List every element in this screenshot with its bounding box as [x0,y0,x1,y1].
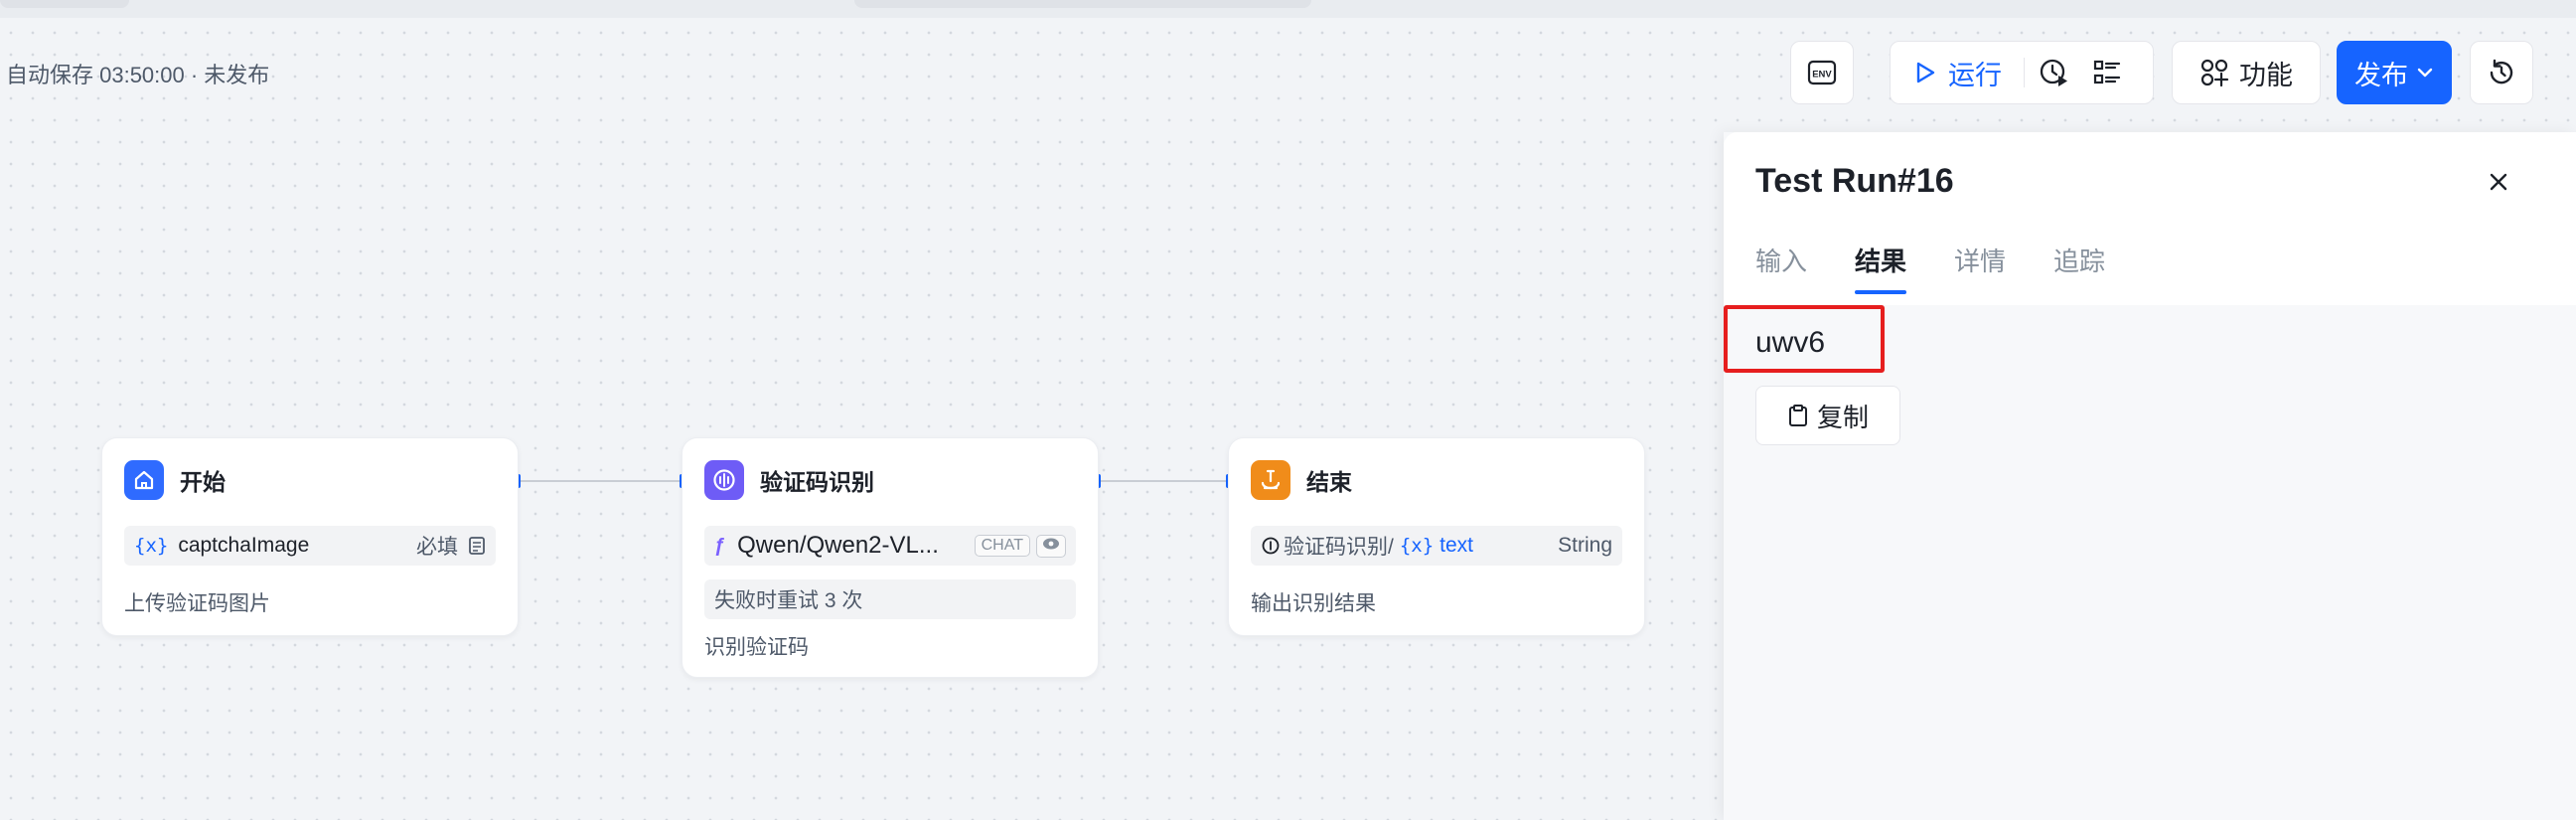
play-icon [1916,62,1935,83]
start-node[interactable]: 开始 {x} captchaImage 必填 上传验证码图片 [101,437,519,636]
tab-result[interactable]: 结果 [1855,242,1907,294]
edge-start-to-captcha [521,480,683,482]
history-icon [2490,59,2513,84]
divider [2024,58,2025,87]
top-bar-strip [0,0,2576,18]
run-history-button[interactable] [2039,57,2070,88]
node-description: 识别验证码 [704,636,809,659]
input-variable-row[interactable]: {x} captchaImage 必填 [124,526,496,566]
copy-button[interactable]: 复制 [1755,386,1900,445]
run-label: 运行 [1948,60,2002,90]
tab-input[interactable]: 输入 [1755,242,1807,294]
document-icon [469,537,485,555]
retry-row: 失败时重试 3 次 [704,579,1076,619]
variable-icon: {x} [134,535,169,557]
run-button[interactable]: 运行 [1912,54,2002,92]
panel-tabs: 输入 结果 详情 追踪 [1755,242,2153,294]
clipboard-icon [1788,405,1807,426]
panel-header: Test Run#16 输入 结果 详情 追踪 [1724,132,2576,305]
test-run-panel: Test Run#16 输入 结果 详情 追踪 uwv6 复制 [1724,132,2576,820]
top-tab-shape [854,0,1311,8]
home-icon [124,460,164,500]
end-icon [1251,460,1290,500]
node-title: 验证码识别 [760,469,874,495]
model-icon: ƒ [714,534,726,557]
edge-captcha-to-end [1101,480,1228,482]
panel-title: Test Run#16 [1755,162,1954,200]
chevron-down-icon [2417,68,2433,78]
eye-icon [1036,534,1066,558]
chat-tag: CHAT [974,535,1030,557]
checklist-button[interactable] [2092,58,2122,87]
variable-source: 验证码识别/ [1284,536,1394,559]
variable-name: text [1440,534,1474,557]
features-label: 功能 [2239,60,2293,90]
node-description: 输出识别结果 [1251,592,1376,615]
variable-icon: {x} [1399,535,1435,557]
env-icon: ENV [1807,60,1837,85]
apps-icon [2200,59,2229,87]
llm-icon [704,460,744,500]
top-tab-shape [0,0,129,8]
model-name: Qwen/Qwen2-VL... [737,532,939,559]
svg-text:ENV: ENV [1812,70,1832,81]
node-description: 上传验证码图片 [124,592,270,615]
clock-play-icon [2040,59,2067,86]
required-label: 必填 [416,536,458,559]
model-row[interactable]: ƒ Qwen/Qwen2-VL... CHAT [704,526,1076,566]
checklist-icon [2093,60,2121,84]
llm-small-icon [1262,537,1280,555]
result-highlight [1724,305,1885,373]
tab-details[interactable]: 详情 [1954,242,2006,294]
end-node[interactable]: 结束 验证码识别/ {x} text String 输出识别结果 [1228,437,1645,636]
tab-trace[interactable]: 追踪 [2053,242,2105,294]
publish-label: 发布 [2354,60,2408,90]
output-variable-row[interactable]: 验证码识别/ {x} text String [1251,526,1622,566]
variable-name: captchaImage [178,534,310,557]
autosave-status: 自动保存 03:50:00 · 未发布 [6,63,270,87]
env-button[interactable]: ENV [1790,41,1854,104]
copy-label: 复制 [1816,402,1869,432]
variable-type: String [1558,534,1612,557]
retry-text: 失败时重试 3 次 [714,589,863,612]
node-title: 结束 [1306,469,1352,495]
publish-button[interactable]: 发布 [2337,41,2452,104]
captcha-recognition-node[interactable]: 验证码识别 ƒ Qwen/Qwen2-VL... CHAT 失败时重试 3 次 … [682,437,1099,678]
features-button[interactable]: 功能 [2172,41,2321,104]
run-button-group: 运行 [1890,41,2154,104]
close-icon [2490,173,2507,191]
close-button[interactable] [2487,170,2510,199]
version-history-button[interactable] [2470,41,2533,104]
node-title: 开始 [180,469,226,495]
